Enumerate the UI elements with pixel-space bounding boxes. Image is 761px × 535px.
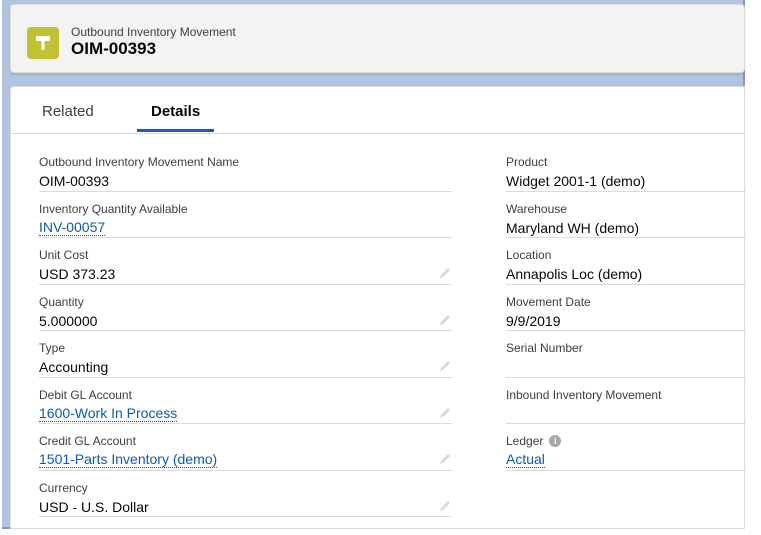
- field-label: Product: [506, 155, 548, 169]
- field-product: Product Widget 2001-1 (demo): [506, 145, 746, 192]
- field-label: Ledger: [506, 434, 544, 448]
- field-label: Quantity: [39, 294, 84, 309]
- details-right-column: Product Widget 2001-1 (demo) Warehouse M…: [506, 145, 746, 471]
- field-quantity: Quantity 5.000000: [39, 285, 452, 331]
- ledger-link[interactable]: Actual: [506, 452, 545, 468]
- field-unit-cost: Unit Cost USD 373.23: [39, 238, 452, 285]
- field-ledger: Ledger i Actual: [506, 424, 746, 471]
- field-location: Location Annapolis Loc (demo): [506, 238, 746, 285]
- field-label: Type: [39, 341, 66, 355]
- pencil-icon[interactable]: [438, 499, 452, 513]
- inventory-link[interactable]: INV-00057: [39, 219, 106, 236]
- field-value: 5.000000: [39, 312, 98, 329]
- pencil-icon[interactable]: [438, 313, 452, 327]
- info-icon[interactable]: i: [549, 435, 562, 447]
- field-label: Outbound Inventory Movement Name: [39, 155, 240, 169]
- field-value: Widget 2001-1 (demo): [506, 173, 646, 189]
- field-warehouse: Warehouse Maryland WH (demo): [506, 192, 746, 238]
- field-value: Annapolis Loc (demo): [506, 266, 643, 282]
- field-label: Inbound Inventory Movement: [506, 387, 662, 402]
- field-inbound-inventory-movement: Inbound Inventory Movement: [506, 378, 746, 424]
- details-left-column: Outbound Inventory Movement Name OIM-003…: [39, 145, 452, 517]
- pencil-icon[interactable]: [438, 452, 452, 466]
- field-value: Accounting: [39, 359, 109, 375]
- field-label: Credit GL Account: [39, 434, 136, 448]
- field-value: Maryland WH (demo): [506, 219, 640, 236]
- tab-related[interactable]: Related: [42, 103, 94, 132]
- field-value: USD - U.S. Dollar: [39, 498, 149, 515]
- tab-bar: Related Details: [11, 87, 744, 134]
- field-label: Serial Number: [506, 341, 583, 355]
- field-label: Debit GL Account: [39, 387, 132, 402]
- field-label: Movement Date: [506, 294, 591, 309]
- hammer-icon: [27, 27, 59, 59]
- field-label-wrap: Ledger i: [506, 434, 562, 448]
- page-title: OIM-00393: [71, 39, 157, 58]
- object-type-label: Outbound Inventory Movement: [71, 25, 236, 39]
- field-serial-number: Serial Number: [506, 331, 746, 378]
- field-inventory-quantity-available: Inventory Quantity Available INV-00057: [39, 192, 452, 238]
- field-label: Currency: [39, 480, 88, 495]
- field-label: Inventory Quantity Available: [39, 201, 188, 216]
- field-oim-name: Outbound Inventory Movement Name OIM-003…: [39, 145, 452, 192]
- field-debit-gl-account: Debit GL Account 1600-Work In Process: [39, 378, 452, 424]
- field-type: Type Accounting: [39, 331, 452, 378]
- credit-gl-account-link[interactable]: 1501-Parts Inventory (demo): [39, 452, 218, 468]
- field-movement-date: Movement Date 9/9/2019: [506, 285, 746, 331]
- record-header: Outbound Inventory Movement OIM-00393: [10, 4, 745, 73]
- field-label: Warehouse: [506, 201, 567, 216]
- field-value: USD 373.23: [39, 266, 116, 282]
- pencil-icon[interactable]: [438, 266, 452, 280]
- field-label: Location: [506, 248, 552, 262]
- field-label: Unit Cost: [39, 248, 89, 262]
- pencil-icon[interactable]: [438, 359, 452, 373]
- field-currency: Currency USD - U.S. Dollar: [39, 471, 452, 517]
- record-detail-card: Related Details Outbound Inventory Movem…: [10, 86, 746, 529]
- field-value: OIM-00393: [39, 173, 110, 189]
- tab-details[interactable]: Details: [137, 103, 215, 132]
- debit-gl-account-link[interactable]: 1600-Work In Process: [39, 405, 178, 422]
- field-value: 9/9/2019: [506, 312, 561, 329]
- pencil-icon[interactable]: [438, 406, 452, 420]
- field-credit-gl-account: Credit GL Account 1501-Parts Inventory (…: [39, 424, 452, 471]
